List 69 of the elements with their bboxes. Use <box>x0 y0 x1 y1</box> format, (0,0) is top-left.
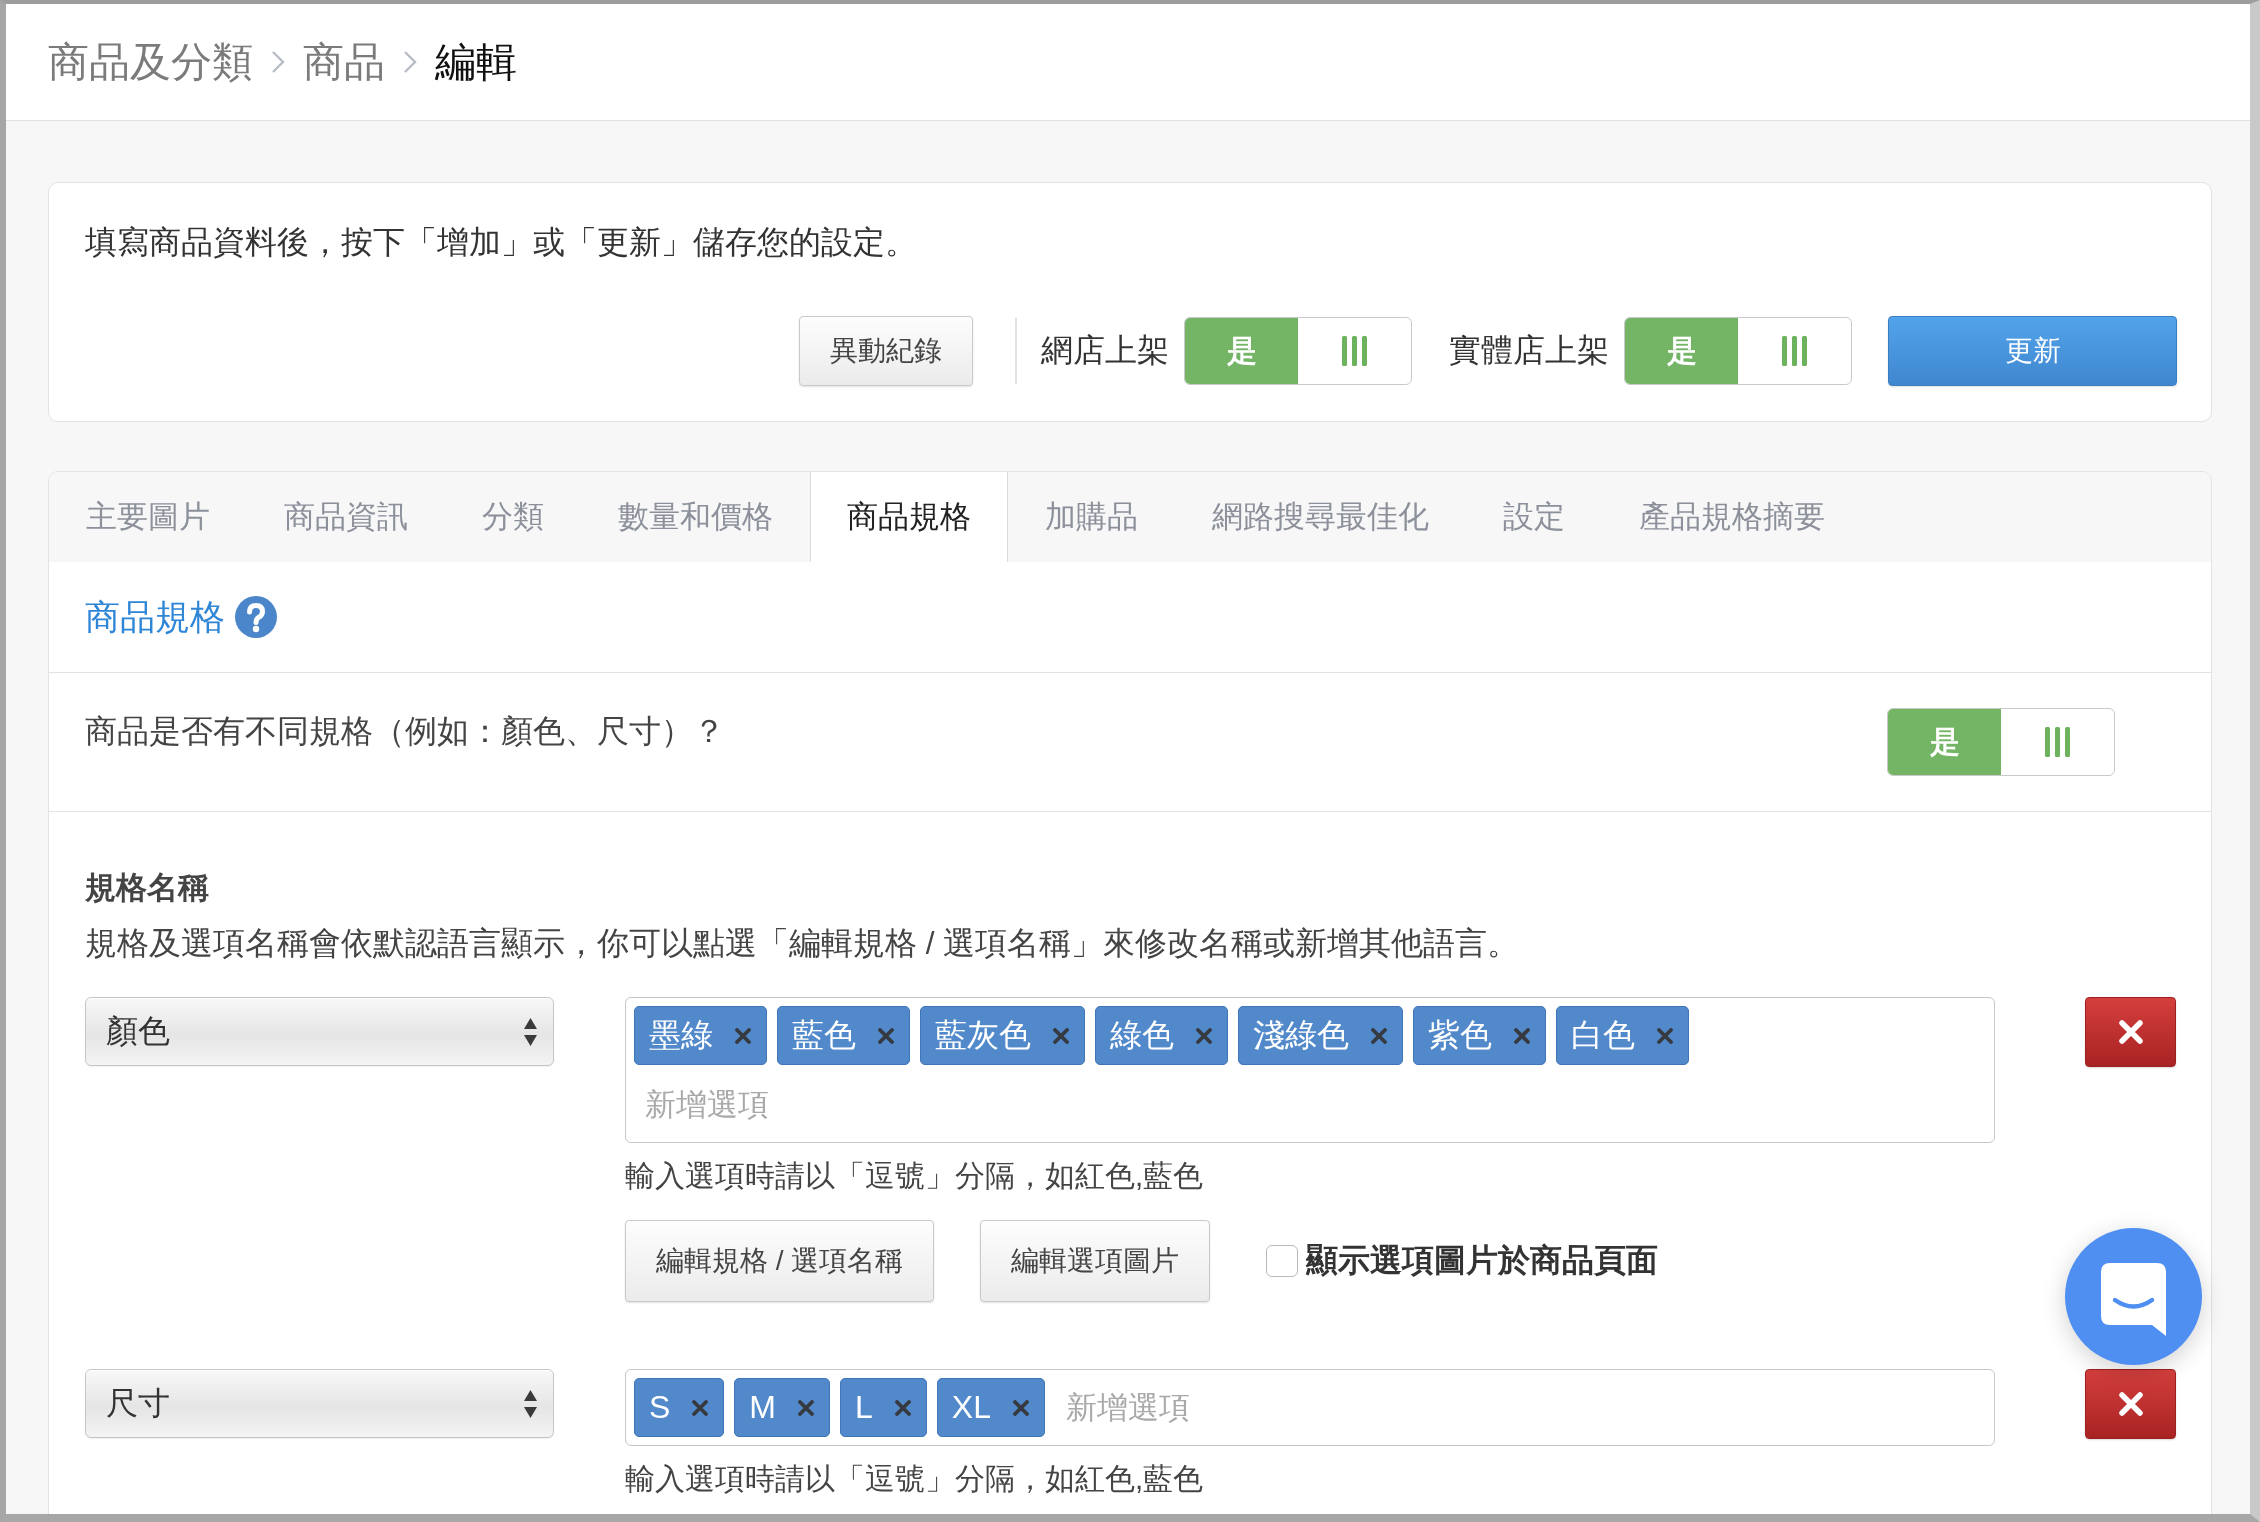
option-tag[interactable]: 淺綠色 <box>1238 1006 1403 1065</box>
help-icon[interactable] <box>235 596 277 638</box>
x-icon[interactable] <box>894 1399 911 1416</box>
toggle-switch[interactable]: 是 <box>1624 317 1852 385</box>
spec-select[interactable]: 顏色 <box>85 997 554 1066</box>
chevron-right-icon <box>271 50 285 74</box>
x-icon[interactable] <box>1012 1399 1029 1416</box>
tag-input-field[interactable]: S M L XL 新增選項 <box>625 1369 1995 1446</box>
x-icon[interactable] <box>1657 1027 1673 1044</box>
speech-bubble-icon <box>2101 1263 2166 1336</box>
chevron-right-icon <box>403 50 417 74</box>
section-title: 商品規格 <box>85 595 225 638</box>
tab[interactable]: 數量和價格 <box>581 472 810 562</box>
toggle-label: 網店上架 <box>1041 331 1169 370</box>
tab[interactable]: 主要圖片 <box>49 472 247 562</box>
edit-button[interactable]: 編輯選項圖片 <box>980 1220 1211 1302</box>
spec-names-description: 規格及選項名稱會依默認語言顯示，你可以點選「編輯規格 / 選項名稱」來修改名稱或新增其他語言。 <box>85 924 1521 962</box>
toggle-label: 實體店上架 <box>1449 331 1609 370</box>
x-icon[interactable] <box>1053 1027 1069 1044</box>
breadcrumb-current: 編輯 <box>435 38 517 87</box>
notice-text: 填寫商品資料後，按下「增加」或「更新」儲存您的設定。 <box>85 223 918 261</box>
option-tag[interactable]: 藍灰色 <box>920 1006 1085 1065</box>
toggle-switch[interactable]: 是 <box>1887 708 2115 776</box>
x-icon[interactable] <box>1196 1027 1212 1044</box>
x-icon[interactable] <box>878 1027 894 1044</box>
updown-arrows-icon <box>524 1389 537 1418</box>
option-tag[interactable]: 藍色 <box>777 1006 910 1065</box>
breadcrumb-link[interactable]: 商品 <box>303 37 385 87</box>
spec-select[interactable]: 尺寸 <box>85 1369 554 1438</box>
tab[interactable]: 產品規格摘要 <box>1602 472 1862 562</box>
breadcrumb-link[interactable]: 商品及分類 <box>48 37 253 87</box>
tab[interactable]: 設定 <box>1466 472 1602 562</box>
grip-icon <box>1782 336 1807 366</box>
x-icon[interactable] <box>1371 1027 1387 1044</box>
option-tag[interactable]: M <box>734 1378 830 1437</box>
tab[interactable]: 加購品 <box>1008 472 1175 562</box>
spec-names-heading: 規格名稱 <box>85 869 210 907</box>
delete-button[interactable] <box>2085 997 2176 1067</box>
grip-icon <box>1342 336 1367 366</box>
delete-button[interactable] <box>2085 1369 2176 1439</box>
tab[interactable]: 商品資訊 <box>247 472 445 562</box>
update-button[interactable]: 更新 <box>1888 316 2177 386</box>
tag-input-field[interactable]: 墨綠 藍色 藍灰色 綠色 淺綠色 紫色 白色 新增選項 <box>625 997 1995 1143</box>
grip-icon <box>2045 727 2070 757</box>
hint-text: 輸入選項時請以「逗號」分隔，如紅色,藍色 <box>625 1461 1205 1497</box>
variant-question: 商品是否有不同規格（例如：顏色、尺寸）？ <box>85 712 725 750</box>
updown-arrows-icon <box>524 1017 537 1046</box>
option-tag[interactable]: 墨綠 <box>634 1006 767 1065</box>
tab[interactable]: 網路搜尋最佳化 <box>1175 472 1466 562</box>
toggle-switch[interactable]: 是 <box>1184 317 1412 385</box>
checkbox[interactable] <box>1266 1245 1299 1277</box>
x-icon[interactable] <box>735 1027 751 1044</box>
option-tag[interactable]: S <box>634 1378 725 1437</box>
option-tag[interactable]: XL <box>936 1378 1045 1437</box>
edit-button[interactable]: 編輯規格 / 選項名稱 <box>625 1220 935 1302</box>
tab[interactable]: 分類 <box>445 472 581 562</box>
x-icon[interactable] <box>692 1399 709 1416</box>
x-icon[interactable] <box>1514 1027 1530 1044</box>
tab[interactable]: 商品規格 <box>810 472 1008 562</box>
history-button[interactable]: 異動紀錄 <box>799 316 973 386</box>
option-tag[interactable]: 白色 <box>1556 1006 1689 1065</box>
option-tag[interactable]: 綠色 <box>1095 1006 1228 1065</box>
hint-text: 輸入選項時請以「逗號」分隔，如紅色,藍色 <box>625 1158 1205 1194</box>
option-tag[interactable]: L <box>840 1378 927 1437</box>
x-icon[interactable] <box>798 1399 814 1416</box>
x-icon <box>2118 1392 2143 1416</box>
x-icon <box>2118 1020 2143 1044</box>
checkbox-label[interactable]: 顯示選項圖片於商品頁面 <box>1306 1240 1659 1282</box>
option-tag[interactable]: 紫色 <box>1413 1006 1546 1065</box>
